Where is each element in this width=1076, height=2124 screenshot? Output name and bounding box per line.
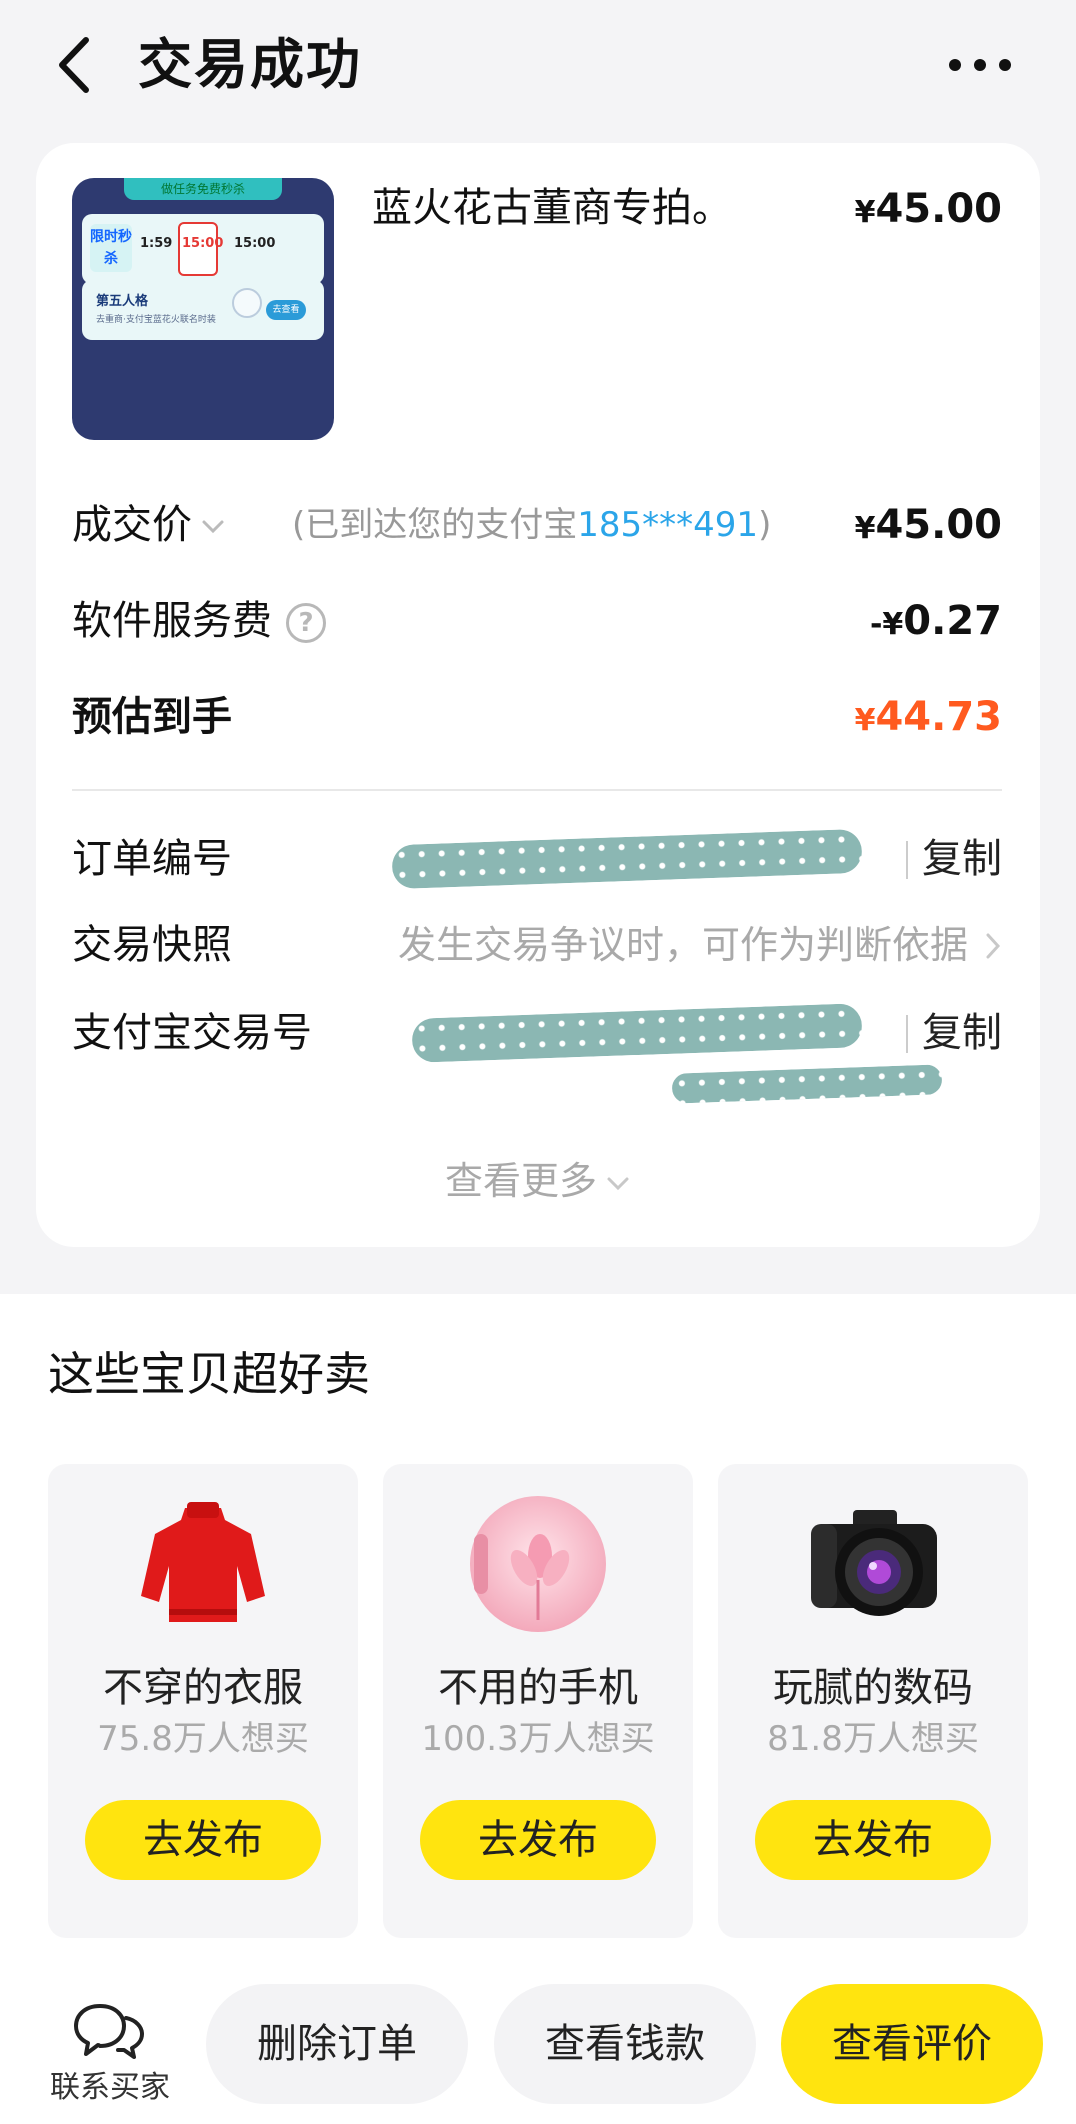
recommend-name: 不用的手机 bbox=[438, 1665, 638, 1711]
recommend-card[interactable]: 玩腻的数码 81.8万人想买 去发布 bbox=[718, 1464, 1028, 1938]
publish-button[interactable]: 去发布 bbox=[420, 1800, 656, 1880]
back-arrow-icon[interactable] bbox=[50, 30, 100, 100]
delete-order-button[interactable]: 删除订单 bbox=[206, 1984, 468, 2104]
deal-price-amount: 45.00 bbox=[875, 502, 1002, 548]
deal-price-row: 成交价 (已到达您的支付宝185***491) ¥45.00 bbox=[72, 495, 1002, 555]
service-fee-row: 软件服务费? -¥0.27 bbox=[72, 591, 1002, 651]
divider bbox=[72, 789, 1002, 791]
chat-bubbles-icon bbox=[74, 2004, 144, 2059]
service-fee-label-text: 软件服务费 bbox=[72, 598, 272, 644]
trade-snapshot-row[interactable]: 交易快照 发生交易争议时，可作为判断依据 bbox=[72, 915, 1002, 975]
top-bar: 交易成功 bbox=[0, 0, 1076, 130]
help-icon[interactable]: ? bbox=[286, 603, 326, 643]
thumbnail-flash-label: 限时秒杀 bbox=[90, 224, 132, 272]
alipay-trade-no-row: 支付宝交易号 复制 bbox=[72, 1003, 1002, 1104]
currency-symbol: ¥ bbox=[854, 703, 876, 738]
thumbnail-stamp-icon bbox=[232, 288, 262, 318]
thumbnail-time: 15:00 bbox=[234, 236, 276, 251]
publish-button[interactable]: 去发布 bbox=[755, 1800, 991, 1880]
estimated-receipt-value: ¥44.73 bbox=[855, 687, 1002, 751]
see-more-label: 查看更多 bbox=[444, 1159, 597, 1203]
recommend-section: 这些宝贝超好卖 不穿的衣服 75.8万人想买 去发布 不用的手机 100.3万人… bbox=[0, 1294, 1076, 1984]
estimated-receipt-row: 预估到手 ¥44.73 bbox=[72, 687, 1002, 747]
trade-snapshot-label: 交易快照 bbox=[72, 922, 232, 968]
copy-order-id-button[interactable]: 复制 bbox=[922, 829, 1002, 889]
recommend-name: 不穿的衣服 bbox=[103, 1665, 303, 1711]
deal-price-note: (已到达您的支付宝185***491) bbox=[292, 495, 771, 555]
deal-price-label-text: 成交价 bbox=[72, 502, 192, 548]
contact-buyer-label: 联系买家 bbox=[50, 2070, 170, 2105]
red-sweater-image bbox=[141, 1502, 265, 1622]
deal-note-suffix: ) bbox=[758, 505, 772, 545]
chevron-down-icon bbox=[607, 1177, 629, 1190]
deal-price-value: ¥45.00 bbox=[855, 495, 1002, 559]
recommend-want-count: 81.8万人想买 bbox=[767, 1719, 979, 1759]
recommend-want-count: 75.8万人想买 bbox=[97, 1719, 309, 1759]
estimated-receipt-label: 预估到手 bbox=[72, 694, 232, 740]
see-more-button[interactable]: 查看更多 bbox=[36, 1151, 1040, 1211]
fee-prefix: -¥ bbox=[869, 607, 904, 642]
redacted-order-id bbox=[391, 828, 863, 890]
trade-snapshot-hint: 发生交易争议时，可作为判断依据 bbox=[397, 923, 968, 967]
currency-symbol: ¥ bbox=[854, 511, 876, 546]
recommend-card[interactable]: 不用的手机 100.3万人想买 去发布 bbox=[383, 1464, 693, 1938]
recommend-card[interactable]: 不穿的衣服 75.8万人想买 去发布 bbox=[48, 1464, 358, 1938]
currency-symbol: ¥ bbox=[854, 195, 876, 230]
copy-alipay-trade-no-button[interactable]: 复制 bbox=[922, 1003, 1002, 1063]
chevron-down-icon bbox=[202, 520, 224, 534]
separator bbox=[906, 1015, 908, 1053]
service-fee-label: 软件服务费? bbox=[72, 591, 326, 651]
product-title[interactable]: 蓝火花古董商专拍。 bbox=[372, 179, 732, 237]
redacted-alipay-trade-no bbox=[411, 1003, 863, 1063]
recommend-want-count: 100.3万人想买 bbox=[421, 1719, 655, 1759]
estimated-receipt-amount: 44.73 bbox=[875, 694, 1002, 740]
recommend-name: 玩腻的数码 bbox=[773, 1665, 973, 1711]
recommend-title: 这些宝贝超好卖 bbox=[48, 1347, 370, 1401]
thumbnail-flash-panel: 限时秒杀 1:59 15:00 15:00 bbox=[82, 214, 324, 284]
thumbnail-game-sub: 去重商·支付宝蓝花火联名时装 bbox=[96, 315, 216, 325]
bottom-action-bar: 联系买家 删除订单 查看钱款 查看评价 bbox=[0, 1984, 1076, 2124]
thumbnail-game-panel: 第五人格 去重商·支付宝蓝花火联名时装 去查看 bbox=[82, 280, 324, 340]
product-price-value: 45.00 bbox=[875, 186, 1002, 232]
product-price: ¥45.00 bbox=[855, 181, 1002, 241]
thumbnail-game-title: 第五人格 bbox=[96, 294, 149, 309]
product-thumbnail[interactable]: 做任务免费秒杀 限时秒杀 1:59 15:00 15:00 第五人格 去重商·支… bbox=[72, 178, 334, 440]
alipay-trade-no-label: 支付宝交易号 bbox=[72, 1010, 312, 1056]
order-id-row: 订单编号 复制 bbox=[72, 828, 1002, 890]
thumbnail-banner: 做任务免费秒杀 bbox=[124, 178, 282, 200]
chevron-right-icon bbox=[986, 933, 1001, 959]
thumbnail-time: 15:00 bbox=[182, 236, 224, 251]
pink-phone-image bbox=[470, 1496, 606, 1632]
service-fee-amount: 0.27 bbox=[903, 598, 1002, 644]
service-fee-value: -¥0.27 bbox=[870, 591, 1002, 655]
order-card: 做任务免费秒杀 限时秒杀 1:59 15:00 15:00 第五人格 去重商·支… bbox=[36, 143, 1040, 1247]
alipay-account: 185***491 bbox=[577, 505, 759, 545]
redacted-alipay-trade-no bbox=[671, 1064, 943, 1104]
thumbnail-time: 1:59 bbox=[140, 236, 173, 251]
order-id-label: 订单编号 bbox=[72, 836, 232, 882]
deal-note-prefix: (已到达您的支付宝 bbox=[292, 505, 578, 545]
more-options-icon[interactable] bbox=[945, 40, 1015, 90]
publish-button[interactable]: 去发布 bbox=[85, 1800, 321, 1880]
thumbnail-view-button: 去查看 bbox=[266, 300, 306, 320]
deal-price-label[interactable]: 成交价 bbox=[72, 495, 226, 555]
view-review-button[interactable]: 查看评价 bbox=[781, 1984, 1043, 2104]
contact-buyer-button[interactable]: 联系买家 bbox=[40, 1994, 180, 2114]
view-money-button[interactable]: 查看钱款 bbox=[494, 1984, 756, 2104]
camera-image bbox=[811, 1510, 937, 1616]
separator bbox=[906, 841, 908, 879]
page-title: 交易成功 bbox=[138, 33, 362, 96]
